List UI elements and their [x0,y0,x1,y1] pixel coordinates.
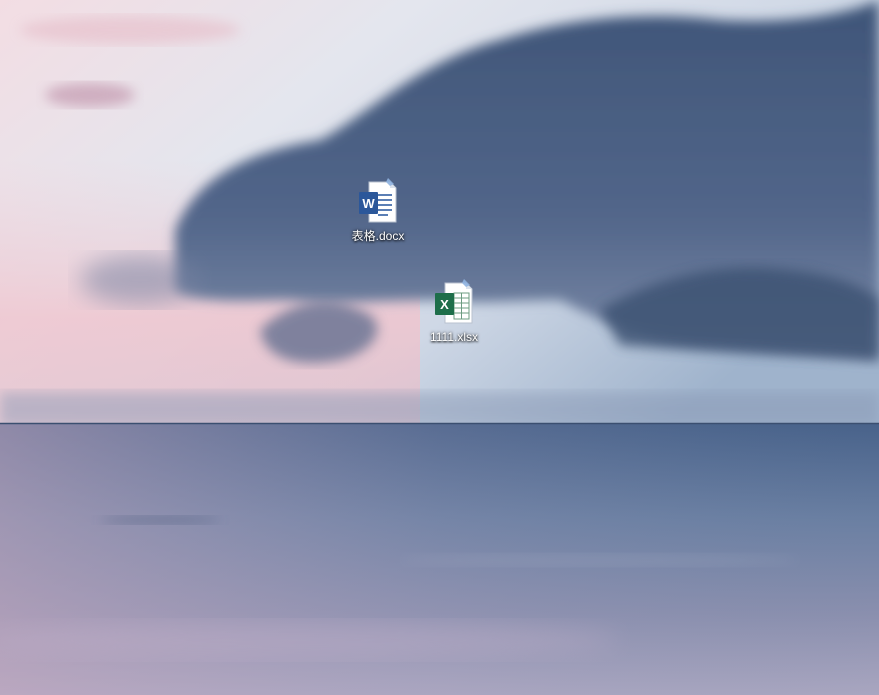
desktop-icon-docx[interactable]: W 表格.docx [338,178,418,243]
desktop-icon-label: 1111.xlsx [429,330,479,344]
excel-workbook-icon: X [435,279,473,324]
desktop-icon-label: 表格.docx [351,229,405,243]
word-document-icon: W [359,178,397,223]
wallpaper-seascape [0,0,879,695]
svg-text:X: X [440,297,449,312]
svg-text:W: W [362,196,375,211]
desktop-icon-xlsx[interactable]: X 1111.xlsx [414,279,494,344]
desktop: W 表格.docx X 1111.xlsx [0,0,879,695]
